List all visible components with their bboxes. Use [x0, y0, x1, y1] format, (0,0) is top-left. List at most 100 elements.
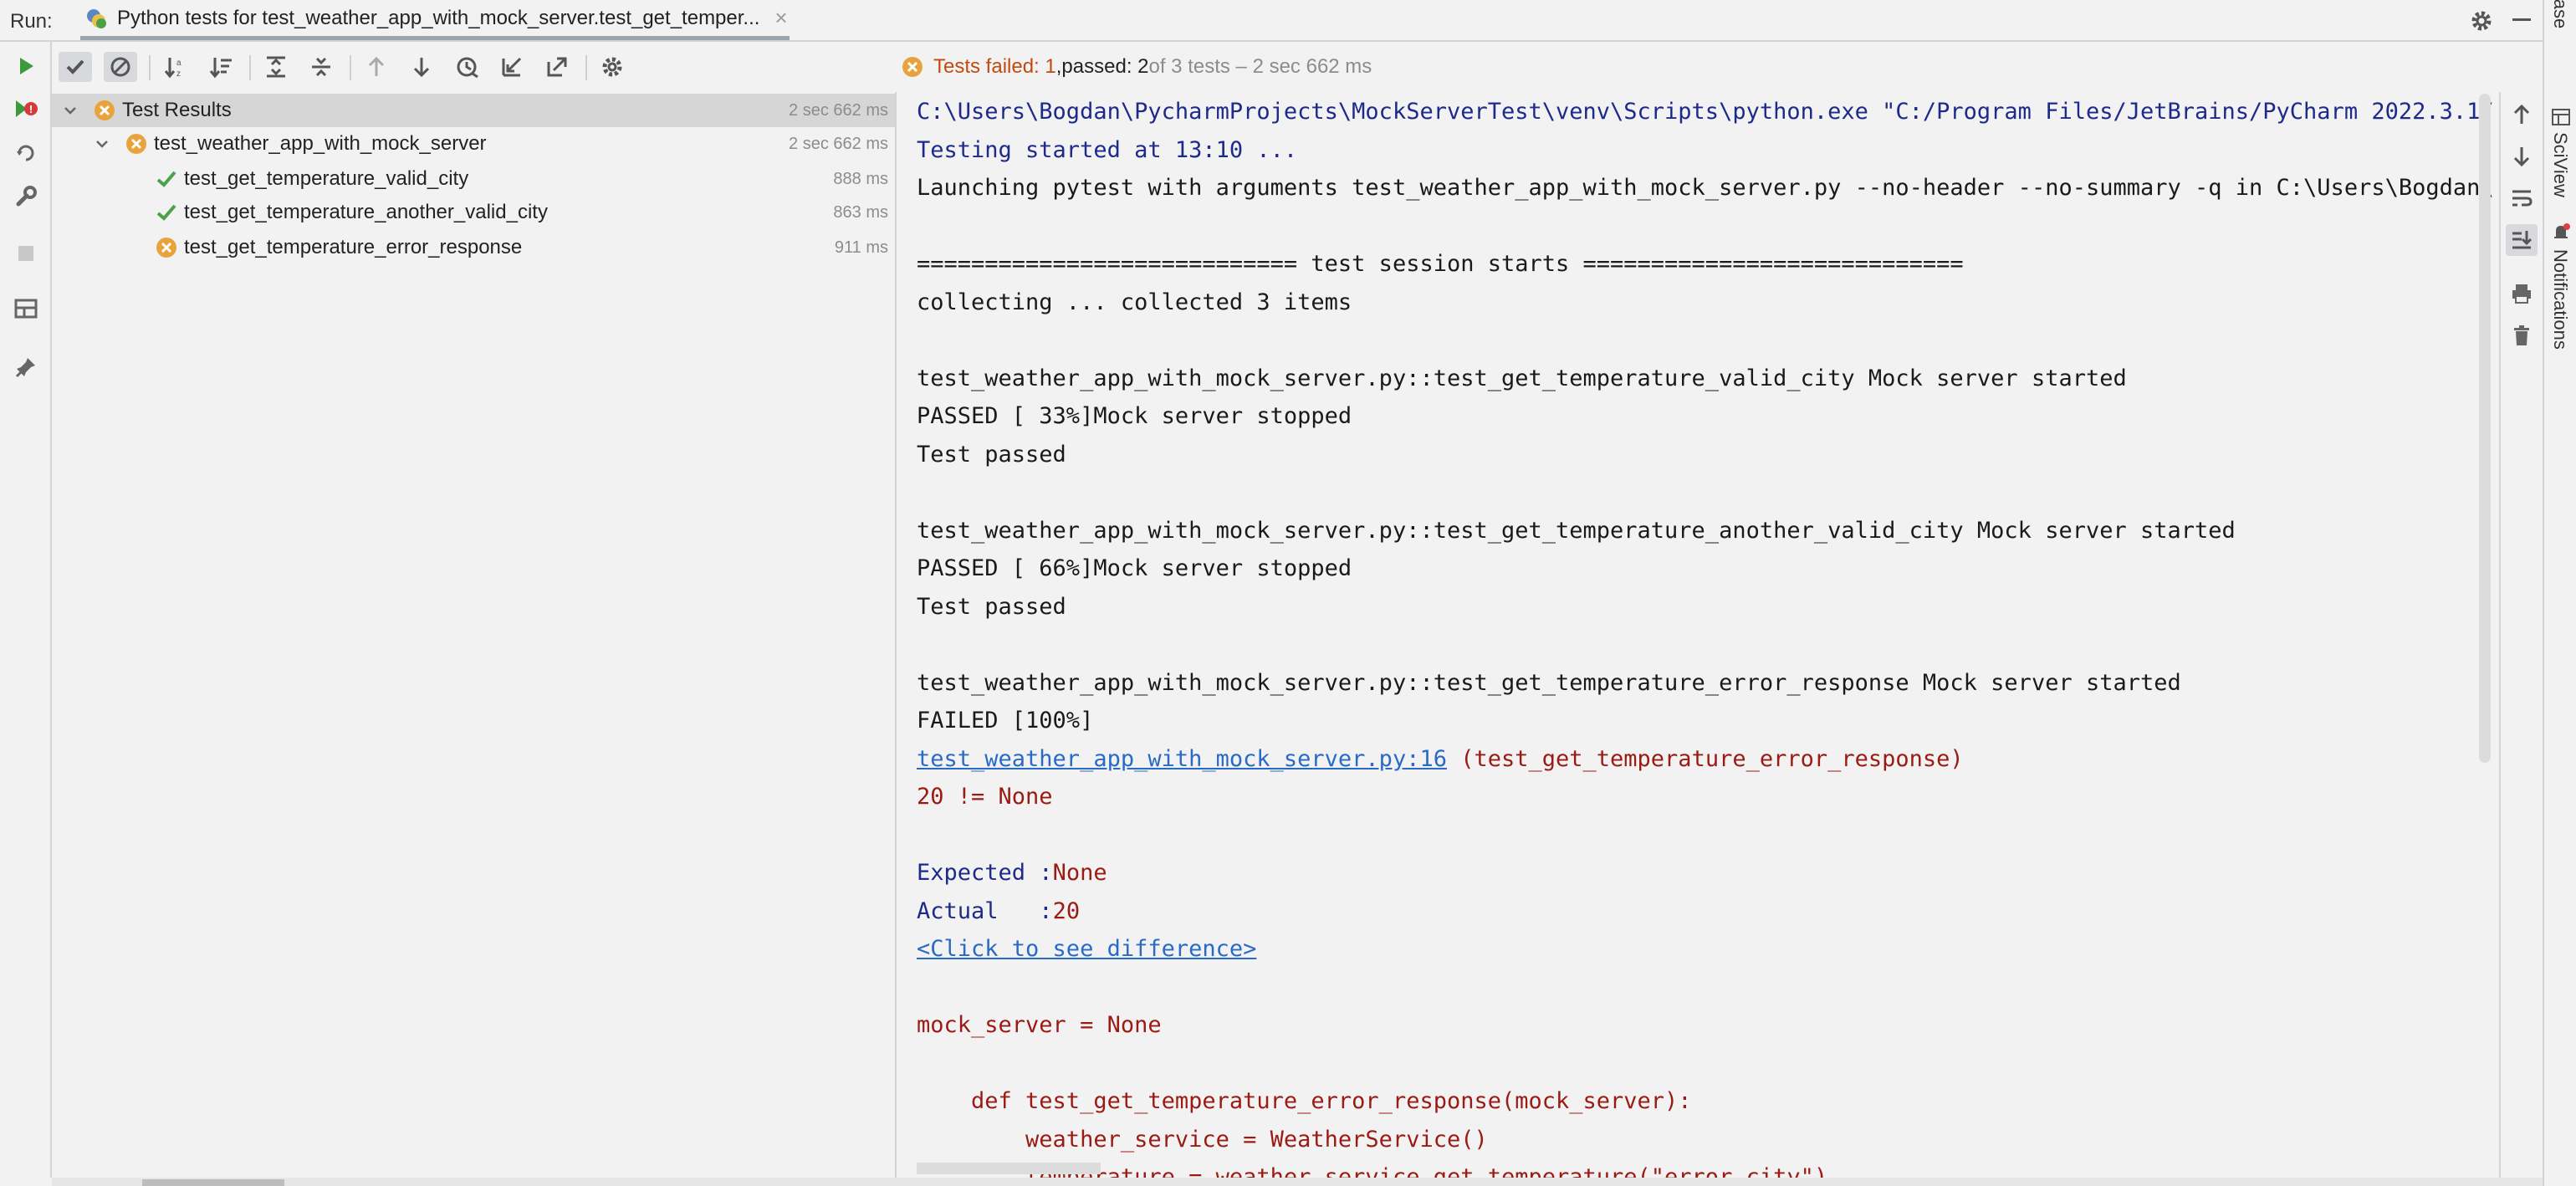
- chevron-down-icon[interactable]: [62, 102, 79, 119]
- tree-row-label: Test Results: [122, 99, 232, 121]
- rerun-failed-icon: !: [16, 100, 38, 117]
- bell-icon: [2554, 223, 2570, 238]
- console-line: Test passed: [917, 590, 1066, 624]
- console-text: collecting ... collected 3 items: [917, 289, 1352, 315]
- rerun-button[interactable]: [12, 52, 40, 80]
- console-link[interactable]: test_weather_app_with_mock_server.py:16: [917, 746, 1447, 772]
- scroll-down-button[interactable]: [2506, 141, 2538, 172]
- tree-row-label: test_get_temperature_another_valid_city: [184, 201, 548, 223]
- console-line: Test passed: [917, 438, 1066, 472]
- show-passed-button[interactable]: [59, 52, 92, 82]
- test-settings-button[interactable]: [595, 52, 629, 82]
- status-separator: ,: [1055, 55, 1062, 78]
- console-text: PASSED [ 33%]Mock server stopped: [917, 403, 1352, 429]
- console-text: Actual :: [917, 897, 1053, 924]
- tree-row-label: test_get_temperature_error_response: [184, 236, 523, 258]
- rerun-icon: [20, 58, 33, 74]
- print-button[interactable]: [2506, 278, 2538, 309]
- console-line: Actual :20: [917, 895, 1080, 928]
- status-totals: of 3 tests – 2 sec 662 ms: [1148, 55, 1372, 78]
- console-line: C:\Users\Bogdan\PycharmProjects\MockServ…: [917, 95, 2494, 129]
- toggle-autotest-button[interactable]: [12, 139, 40, 167]
- console-text: test_weather_app_with_mock_server.py::te…: [917, 365, 2127, 391]
- run-configuration-tab[interactable]: Python tests for test_weather_app_with_m…: [80, 0, 790, 40]
- status-failed-count: Tests failed: 1: [933, 55, 1056, 78]
- console-line[interactable]: test_weather_app_with_mock_server.py:16 …: [917, 743, 1964, 776]
- clear-all-button[interactable]: [2506, 320, 2538, 351]
- show-ignored-button[interactable]: [104, 52, 137, 82]
- toggle-autotest-icon: [17, 145, 34, 161]
- sciview-icon: [2552, 109, 2570, 125]
- scroll-to-end-icon: [2512, 231, 2533, 249]
- wrench-button[interactable]: [12, 182, 40, 211]
- test-history-button[interactable]: [450, 52, 483, 82]
- tree-row-label: test_get_temperature_valid_city: [184, 167, 469, 190]
- export-tests-button[interactable]: [540, 52, 574, 82]
- stop-button[interactable]: [12, 239, 40, 268]
- passed-check-icon: [156, 171, 176, 187]
- console-horizontal-scrollbar[interactable]: [917, 1163, 1101, 1174]
- test-status-summary: Tests failed: 1 , passed: 2 of 3 tests –…: [902, 50, 1372, 84]
- tree-row-test-case[interactable]: test_get_temperature_another_valid_city …: [52, 196, 895, 229]
- import-tests-button[interactable]: [495, 52, 529, 82]
- failed-status-icon: [156, 238, 176, 258]
- scroll-to-end-button[interactable]: [2506, 224, 2538, 256]
- layout-button[interactable]: [12, 294, 40, 323]
- minimize-icon[interactable]: [2512, 18, 2531, 21]
- console-line: Testing started at 13:10 ...: [917, 134, 1297, 167]
- console-vertical-scrollbar[interactable]: [2479, 94, 2491, 763]
- console-text: 20 != None: [917, 784, 1053, 810]
- tree-row-test-case[interactable]: test_get_temperature_valid_city 888 ms: [52, 162, 895, 196]
- soft-wrap-button[interactable]: [2506, 182, 2538, 214]
- rerun-failed-button[interactable]: !: [12, 95, 40, 124]
- failed-status-icon: [126, 134, 146, 154]
- tree-row-test-results[interactable]: Test Results 2 sec 662 ms: [52, 94, 895, 127]
- next-failed-button[interactable]: [405, 52, 438, 82]
- tree-row-test-case[interactable]: test_get_temperature_error_response 911 …: [52, 231, 895, 264]
- console-line: PASSED [ 66%]Mock server stopped: [917, 552, 1352, 585]
- trash-icon: [2514, 325, 2529, 345]
- tree-horizontal-scrollbar[interactable]: [142, 1179, 284, 1186]
- console-text: ============================ test sessio…: [917, 251, 1964, 277]
- chevron-down-icon[interactable]: [94, 135, 110, 152]
- console-text: mock_server = None: [917, 1012, 1162, 1038]
- database-tool-tab[interactable]: Database: [2549, 0, 2571, 28]
- sort-alphabetically-button[interactable]: az: [159, 52, 192, 82]
- prev-failed-icon: [368, 56, 385, 76]
- console-line: collecting ... collected 3 items: [917, 286, 1352, 320]
- collapse-all-icon: [312, 57, 330, 77]
- export-tests-icon: [547, 57, 567, 77]
- console-link[interactable]: <Click to see difference>: [917, 936, 1256, 962]
- print-icon: [2512, 284, 2531, 304]
- console-text: def test_get_temperature_error_response(…: [917, 1088, 1692, 1114]
- console-line: weather_service = WeatherService(): [917, 1123, 1488, 1157]
- console-text: Testing started at 13:10 ...: [917, 136, 1298, 163]
- svg-text:!: !: [29, 103, 33, 115]
- test-results-tree: Test Results 2 sec 662 ms test_weather_a…: [52, 92, 897, 1178]
- tree-row-test-module[interactable]: test_weather_app_with_mock_server 2 sec …: [52, 127, 895, 161]
- previous-failed-button[interactable]: [360, 52, 393, 82]
- import-tests-icon: [502, 57, 522, 77]
- console-text-suffix: None: [1052, 860, 1107, 886]
- console-line: ============================ test sessio…: [917, 248, 1964, 281]
- tab-close-icon[interactable]: ×: [774, 5, 787, 31]
- tree-row-duration: 911 ms: [834, 238, 888, 257]
- scroll-up-button[interactable]: [2506, 99, 2538, 130]
- expand-all-icon: [267, 56, 285, 78]
- console-output[interactable]: C:\Users\Bogdan\PycharmProjects\MockServ…: [898, 92, 2496, 1178]
- notifications-tool-tab[interactable]: Notifications: [2549, 249, 2571, 350]
- pin-tab-button[interactable]: [12, 353, 40, 381]
- svg-text:z: z: [176, 69, 181, 79]
- stop-icon: [18, 246, 33, 261]
- sciview-tool-tab[interactable]: SciView: [2549, 132, 2571, 197]
- tree-row-duration: 888 ms: [833, 169, 888, 188]
- failed-status-icon: [902, 57, 923, 77]
- gear-icon[interactable]: [2467, 7, 2496, 35]
- tree-row-duration: 2 sec 662 ms: [789, 134, 888, 153]
- sort-by-duration-button[interactable]: [204, 52, 238, 82]
- console-line: mock_server = None: [917, 1009, 1162, 1042]
- tree-row-duration: 863 ms: [833, 202, 888, 222]
- console-line[interactable]: <Click to see difference>: [917, 933, 1256, 966]
- expand-all-button[interactable]: [259, 52, 293, 82]
- collapse-all-button[interactable]: [304, 52, 338, 82]
